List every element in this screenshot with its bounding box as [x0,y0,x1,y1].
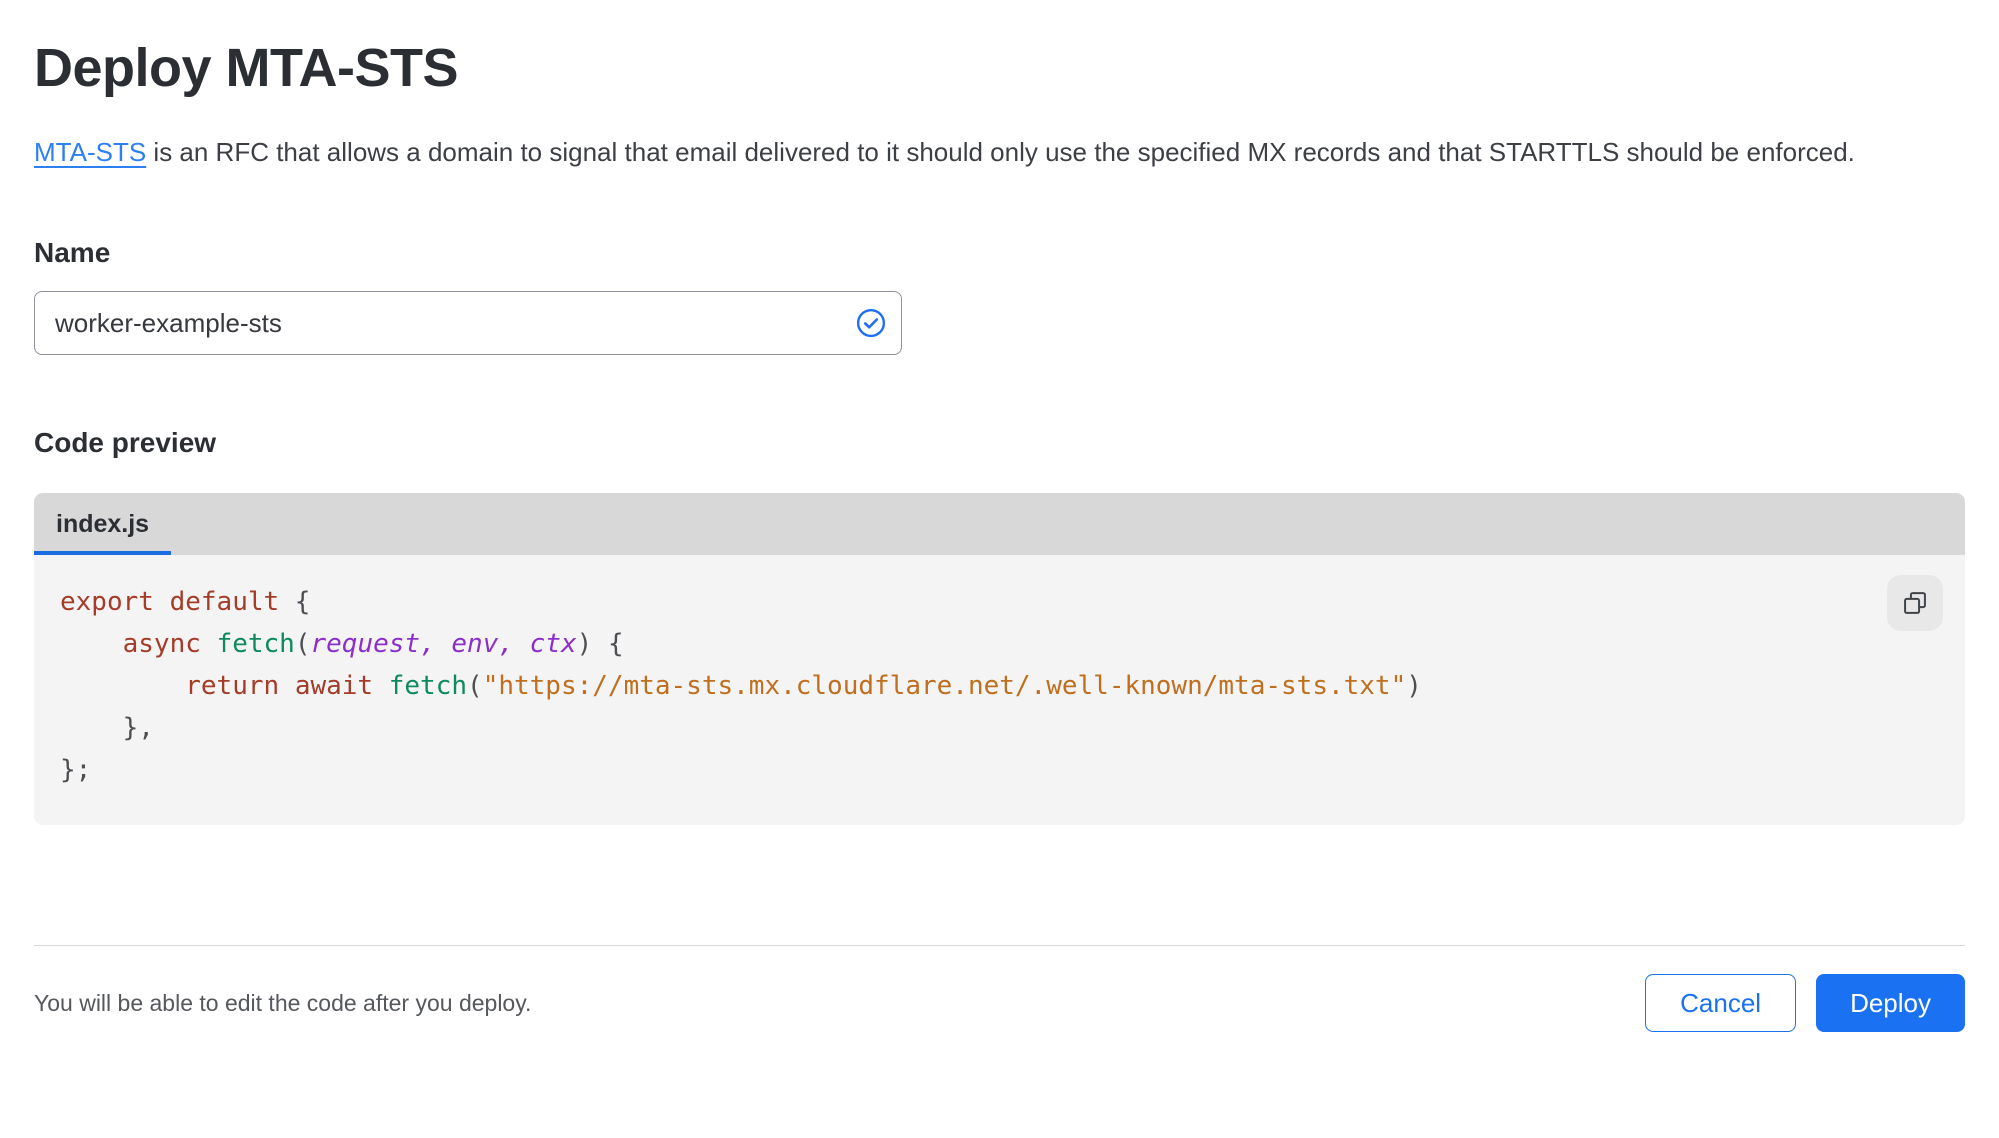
code-tabbar: index.js [34,493,1965,555]
code-preview-block: index.js export default { async fetch(re… [34,493,1965,825]
deploy-button[interactable]: Deploy [1816,974,1965,1032]
tab-label: index.js [56,509,150,538]
description: MTA-STS is an RFC that allows a domain t… [34,130,1944,175]
page-title: Deploy MTA-STS [34,38,459,98]
name-input-wrap [34,291,902,355]
footer-note: You will be able to edit the code after … [34,989,532,1016]
description-text: is an RFC that allows a domain to signal… [146,137,1855,167]
name-input[interactable] [34,291,902,355]
name-field-label: Name [34,237,111,268]
copy-icon [1904,592,1926,614]
mta-sts-link[interactable]: MTA-STS [34,137,146,167]
footer-divider [34,945,1965,946]
code-preview-heading: Code preview [34,427,217,458]
tab-index-js[interactable]: index.js [34,493,172,555]
check-circle-icon [856,308,886,338]
footer-actions: Cancel Deploy [1645,974,1965,1032]
copy-code-button[interactable] [1887,575,1943,631]
code-content: export default { async fetch(request, en… [60,587,1422,785]
cancel-button[interactable]: Cancel [1645,974,1797,1032]
code-area: export default { async fetch(request, en… [34,555,1965,825]
footer: You will be able to edit the code after … [34,974,1965,1032]
deploy-mta-sts-page: Deploy MTA-STS MTA-STS is an RFC that al… [0,0,1999,1032]
